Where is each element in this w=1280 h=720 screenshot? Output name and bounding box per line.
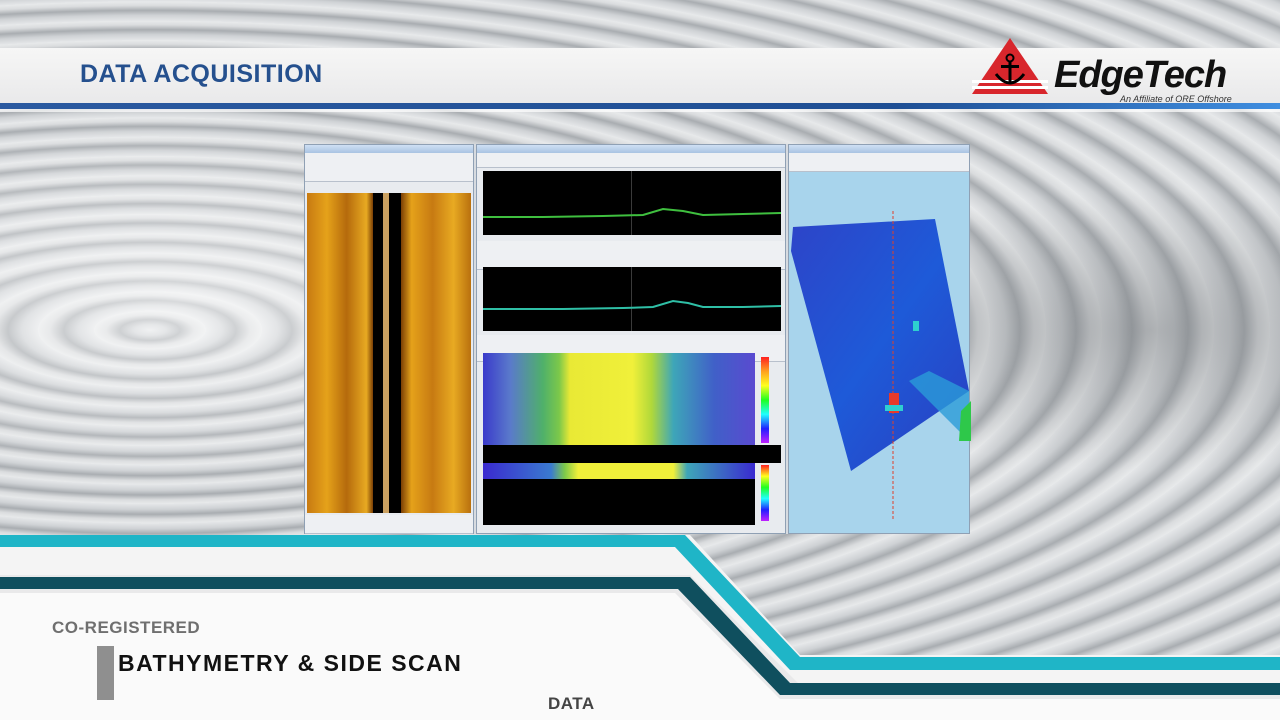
bathymetry-waterfall: [483, 353, 755, 445]
logo-wordmark: EdgeTech: [1054, 54, 1227, 96]
caption-line-3: DATA: [548, 694, 595, 713]
anchor-triangle-icon: [972, 38, 1048, 94]
logo-tagline: An Affiliate of ORE Offshore: [1120, 94, 1232, 104]
sidescan-starboard-channel: [401, 193, 471, 513]
bathymetry-map-window: [788, 144, 971, 534]
bathymetry-profile-window: [476, 144, 786, 534]
sidescan-nadir-left: [373, 193, 383, 513]
bathymetry-grid-map: [791, 211, 971, 521]
caption-accent-bar: [97, 646, 114, 700]
software-screenshot: [304, 144, 971, 534]
sidescan-window: [304, 144, 474, 534]
sidescan-nadir-right: [389, 193, 401, 513]
edgetech-logo: EdgeTech An Affiliate of ORE Offshore: [968, 36, 1248, 108]
depth-profile-plot-1: [483, 171, 781, 235]
caption-line-1: CO-REGISTERED: [52, 618, 201, 637]
page-title: DATA ACQUISITION: [80, 60, 323, 88]
depth-profile-plot-2: [483, 267, 781, 331]
bathymetry-strip: [483, 463, 755, 479]
sidescan-port-channel: [307, 193, 373, 513]
color-scale-bar: [761, 357, 769, 443]
caption-line-2: BATHYMETRY & SIDE SCAN: [118, 650, 463, 676]
